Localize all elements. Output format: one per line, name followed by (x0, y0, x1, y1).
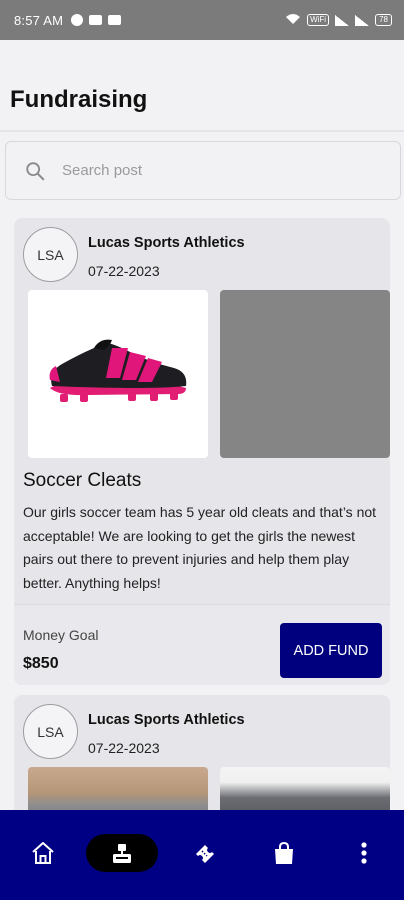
search-icon (26, 161, 45, 180)
shopping-bag-icon (275, 841, 293, 864)
home-icon (32, 842, 54, 864)
vowifi-icon: WiFi (307, 14, 330, 26)
fundraising-icon (113, 844, 131, 863)
notification-icons (71, 14, 122, 26)
status-time: 8:57 AM (14, 12, 64, 28)
post-description: Our girls soccer team has 5 year old cle… (23, 504, 377, 591)
post-title: Soccer Cleats (23, 470, 142, 491)
title-divider (0, 130, 404, 132)
goal-label: Money Goal (23, 627, 99, 643)
add-fund-button[interactable]: ADD FUND (280, 623, 382, 678)
search-input[interactable] (62, 162, 362, 179)
avatar[interactable]: LSA (23, 704, 78, 759)
search-bar[interactable] (5, 141, 401, 200)
battery-icon: 78 (375, 14, 392, 26)
wifi-icon (285, 13, 301, 27)
post-date: 07-22-2023 (88, 263, 160, 279)
nav-home[interactable] (24, 834, 62, 872)
soccer-cleat-image (49, 339, 187, 402)
org-name[interactable]: Lucas Sports Athletics (88, 235, 245, 251)
goal-amount: $850 (23, 655, 59, 672)
bottom-nav (0, 810, 404, 900)
post-image-placeholder[interactable] (220, 290, 390, 458)
nav-shop[interactable] (265, 834, 303, 872)
goal-row: Money Goal $850 ADD FUND (14, 604, 390, 685)
status-bar: 8:57 AM WiFi 78 (0, 0, 404, 40)
post-image-cleat[interactable] (28, 290, 208, 458)
signal-icon-2 (355, 14, 370, 26)
youtube-icon (89, 15, 103, 25)
ticket-icon (196, 845, 214, 863)
nav-tickets[interactable] (185, 834, 223, 872)
page-title: Fundraising (10, 86, 148, 113)
org-name[interactable]: Lucas Sports Athletics (88, 712, 245, 728)
post-card: LSA Lucas Sports Athletics 07-22-2023 So… (14, 218, 390, 685)
nav-fundraising[interactable] (86, 834, 158, 872)
mail-icon (108, 15, 122, 25)
avatar[interactable]: LSA (23, 227, 78, 282)
nav-more[interactable] (345, 834, 383, 872)
post-date: 07-22-2023 (88, 740, 160, 756)
messenger-icon (71, 14, 84, 26)
signal-icon (335, 14, 350, 26)
system-icons: WiFi 78 (285, 13, 392, 27)
more-vertical-icon (361, 842, 367, 864)
